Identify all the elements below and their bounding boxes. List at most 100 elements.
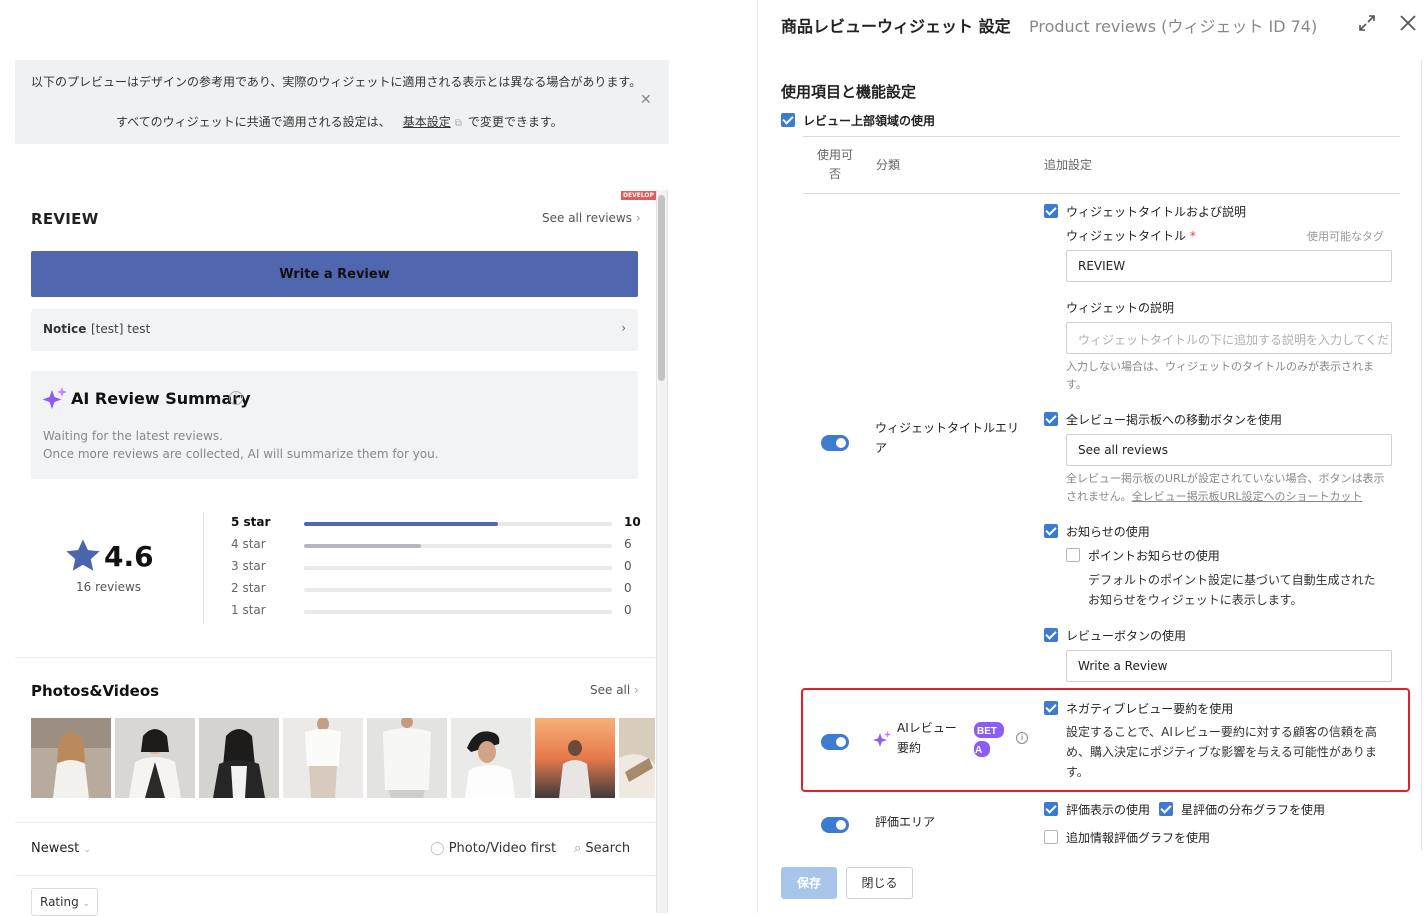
close-button[interactable]: 閉じる (846, 867, 913, 899)
star-icon (66, 539, 100, 571)
photos-section-title: Photos&Videos (31, 682, 160, 700)
notice-label: Notice (43, 322, 87, 336)
write-review-button[interactable]: Write a Review (31, 251, 638, 297)
photo-thumbnail[interactable] (115, 718, 195, 798)
check-circle-icon: ◯ (430, 841, 445, 856)
top-area-label: レビュー上部領域の使用 (803, 114, 936, 128)
photo-thumbnail[interactable] (619, 718, 655, 798)
sort-dropdown[interactable]: Newest ⌄ (31, 841, 91, 856)
see-all-reviews-link[interactable]: See all reviews › (542, 211, 641, 225)
panel-divider (757, 0, 758, 913)
rating-distribution-count: 0 (624, 559, 632, 573)
panel-scrollbar[interactable] (1421, 60, 1426, 850)
see-all-reviews-label: See all reviews (542, 211, 632, 225)
close-icon[interactable] (1398, 13, 1418, 33)
notice-row[interactable]: Notice [test] test › (31, 309, 638, 351)
photo-thumbnail[interactable] (451, 718, 531, 798)
develop-badge: DEVELOP (621, 191, 656, 200)
photo-thumbnail[interactable] (535, 718, 615, 798)
point-notice-checkbox[interactable] (1066, 548, 1080, 562)
extra-graph-checkbox[interactable] (1044, 830, 1058, 844)
widget-desc-hint: 入力しない場合は、ウィジェットのタイトルのみが表示されます。 (1066, 360, 1374, 391)
point-notice-desc: デフォルトのポイント設定に基づいて自動生成されたお知らせをウィジェットに表示しま… (1088, 573, 1376, 607)
chevron-right-icon: › (634, 683, 639, 697)
rating-distribution-bar-fill (304, 544, 422, 548)
rating-distribution-count: 0 (624, 603, 632, 617)
widget-title-label-text: ウィジェットタイトル (1066, 229, 1187, 243)
info-icon[interactable]: i (229, 391, 243, 405)
header-enable: 使用可否 (816, 148, 853, 181)
preview-scrollbar-thumb[interactable] (658, 195, 665, 381)
category-rating-area: 評価エリア (875, 815, 936, 829)
all-reviews-button-checkbox[interactable] (1044, 412, 1058, 426)
photo-thumbnail[interactable] (367, 718, 447, 798)
ai-summary-text-1: Waiting for the latest reviews. (43, 429, 223, 443)
notice-use-checkbox[interactable] (1044, 524, 1058, 538)
search-icon: ⌕ (574, 841, 582, 856)
close-icon[interactable]: ✕ (640, 92, 652, 108)
photo-thumbnail[interactable] (283, 718, 363, 798)
table-border (803, 193, 1400, 194)
widget-title-desc-label: ウィジェットタイトルおよび説明 (1066, 205, 1247, 219)
ai-sparkle-icon (42, 387, 67, 409)
all-reviews-button-label: 全レビュー掲示板への移動ボタンを使用 (1066, 413, 1283, 427)
panel-subtitle: Product reviews (ウィジェット ID 74) (1029, 17, 1318, 36)
search-button[interactable]: ⌕ Search (574, 841, 630, 856)
expand-icon[interactable] (1358, 14, 1376, 32)
category-ai-summary: AIレビュー要約 (897, 721, 957, 755)
divider (15, 875, 655, 876)
review-button-input[interactable]: Write a Review (1066, 650, 1392, 682)
svg-text:BET: BET (977, 726, 997, 737)
all-reviews-button-input[interactable]: See all reviews (1066, 434, 1392, 466)
ai-sparkle-icon (873, 731, 891, 747)
photos-see-all-link[interactable]: See all › (590, 683, 639, 697)
photo-thumbnail[interactable] (31, 718, 111, 798)
save-button[interactable]: 保存 (781, 867, 837, 899)
photo-thumbnail[interactable] (199, 718, 279, 798)
rating-distribution-bar (304, 610, 612, 614)
widget-title-input[interactable]: REVIEW (1066, 250, 1392, 282)
available-tags-link[interactable]: 使用可能なタグ (1307, 228, 1384, 244)
rating-distribution-label: 5 star (231, 515, 271, 529)
widget-title-desc-checkbox[interactable] (1044, 204, 1058, 218)
divider (15, 822, 655, 823)
rating-distribution-row: 1 star 0 (231, 603, 641, 621)
negative-summary-label: ネガティブレビュー要約を使用 (1066, 702, 1234, 716)
divider (15, 657, 655, 658)
star-distribution-checkbox[interactable] (1159, 802, 1173, 816)
photo-first-toggle[interactable]: ◯ Photo/Video first (430, 841, 556, 856)
notice-suffix: で変更できます。 (467, 115, 563, 129)
rating-filter-dropdown[interactable]: Rating ⌄ (31, 888, 98, 916)
negative-summary-checkbox[interactable] (1044, 701, 1058, 715)
rating-area-toggle[interactable] (821, 817, 849, 833)
rating-distribution-row: 4 star 6 (231, 537, 641, 555)
rating-display-label: 評価表示の使用 (1066, 803, 1151, 817)
preview-notice-settings-line: すべてのウィジェットに共通で適用される設定は、 基本設定 ⧉ で変更できます。 (116, 113, 563, 130)
table-border (803, 136, 1400, 137)
chevron-down-icon: ⌄ (82, 899, 91, 909)
top-area-checkbox[interactable] (781, 113, 795, 127)
rating-average: 4.6 (104, 540, 154, 573)
all-reviews-url-shortcut-link[interactable]: 全レビュー掲示板URL設定へのショートカット (1132, 490, 1363, 503)
rating-distribution-label: 2 star (231, 581, 266, 595)
title-area-toggle[interactable] (821, 435, 849, 451)
rating-distribution-count: 6 (624, 537, 632, 551)
basic-settings-link[interactable]: 基本設定 (403, 115, 451, 129)
rating-distribution-count: 10 (624, 515, 641, 529)
review-widget-title: REVIEW (31, 210, 99, 228)
sort-label: Newest (31, 841, 80, 856)
external-link-icon: ⧉ (454, 118, 462, 129)
rating-display-checkbox[interactable] (1044, 802, 1058, 816)
photos-see-all-label: See all (590, 683, 631, 697)
ai-summary-card (31, 371, 638, 479)
widget-title-label: ウィジェットタイトル * (1066, 227, 1196, 244)
widget-desc-label: ウィジェットの説明 (1066, 301, 1175, 315)
chevron-right-icon: › (635, 211, 641, 225)
rating-distribution-bar-fill (304, 522, 499, 526)
ai-summary-toggle[interactable] (821, 734, 849, 750)
svg-text:A: A (975, 745, 982, 756)
review-button-checkbox[interactable] (1044, 628, 1058, 642)
info-icon[interactable]: i (1016, 732, 1028, 744)
widget-desc-input[interactable]: ウィジェットタイトルの下に追加する説明を入力してください (1066, 322, 1392, 354)
ai-summary-text-2: Once more reviews are collected, AI will… (43, 447, 439, 461)
